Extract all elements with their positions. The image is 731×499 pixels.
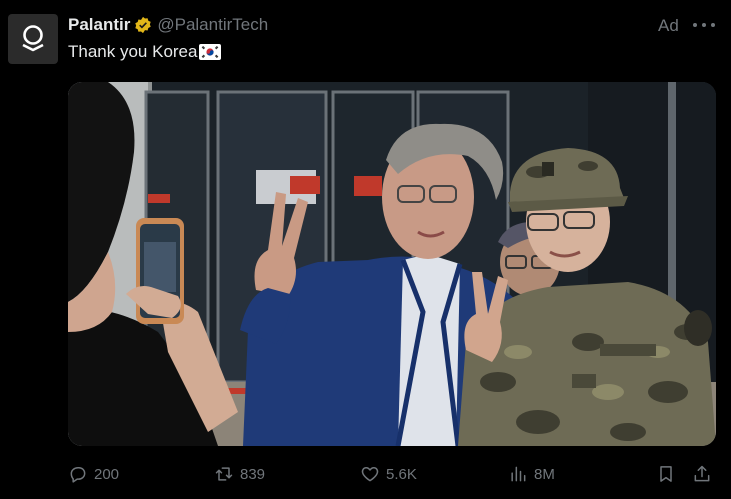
post-text: Thank you Korea [68, 42, 198, 61]
more-options-icon[interactable] [693, 15, 715, 35]
repost-count: 839 [240, 465, 266, 483]
reply-icon [70, 467, 86, 483]
post-header: Palantir @PalantirTech [68, 14, 268, 36]
south-korea-flag-icon [199, 44, 222, 60]
repost-button[interactable]: 839 [214, 462, 265, 486]
views-count: 8M [534, 465, 555, 483]
ad-post[interactable]: Palantir @PalantirTech Ad Thank you Kore… [0, 0, 731, 499]
post-actions-bar: 200 839 5.6K 8M [68, 462, 716, 486]
like-button[interactable]: 5.6K [360, 462, 417, 486]
author-name[interactable]: Palantir [68, 15, 130, 35]
bookmark-icon [660, 466, 672, 482]
share-button[interactable] [692, 462, 712, 486]
photo-scene [68, 82, 716, 446]
post-photo[interactable] [68, 82, 716, 446]
repost-icon [215, 467, 233, 481]
like-count: 5.6K [386, 465, 417, 483]
views-button[interactable]: 8M [508, 462, 555, 486]
verified-badge-icon[interactable] [134, 16, 152, 34]
post-text-row: Thank you Korea [68, 42, 222, 62]
author-handle[interactable]: @PalantirTech [157, 15, 268, 35]
reply-button[interactable]: 200 [68, 462, 119, 486]
reply-count: 200 [94, 465, 120, 483]
palantir-avatar[interactable] [8, 14, 58, 64]
share-icon [694, 465, 710, 482]
palantir-logo-icon [22, 25, 44, 52]
views-chart-icon [511, 466, 526, 482]
heart-icon [361, 467, 379, 482]
bookmark-button[interactable] [656, 462, 676, 486]
ad-label: Ad [658, 16, 679, 35]
